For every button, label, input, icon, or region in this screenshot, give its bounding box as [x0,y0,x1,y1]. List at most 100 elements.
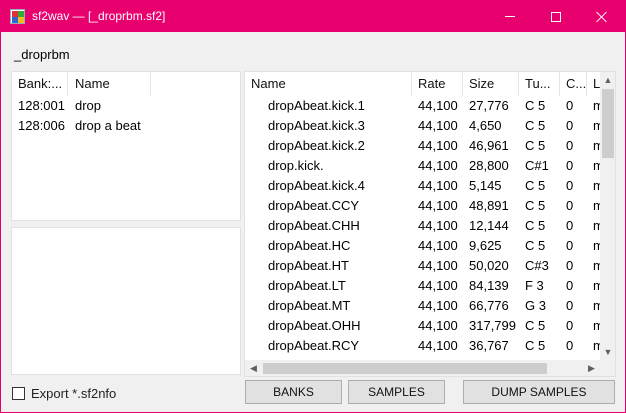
bank-row[interactable]: 128:006 drop a beat [12,116,240,136]
column-header-rate[interactable]: Rate [412,72,463,96]
maximize-button[interactable] [533,1,579,32]
sample-row[interactable]: dropAbeat.HC 44,100 9,625 C 50m [245,236,603,256]
sample-row[interactable]: dropAbeat.LT 44,100 84,139 F 30m [245,276,603,296]
sample-row[interactable]: dropAbeat.kick.2 44,100 46,961 C 50m [245,136,603,156]
minimize-button[interactable] [487,1,533,32]
sample-channel: 0 [566,338,574,353]
export-sf2nfo-checkbox[interactable] [12,386,25,400]
sample-rate: 44,100 [418,258,458,273]
vertical-scrollbar[interactable]: ▲ ▼ [600,72,615,360]
sample-tune: G 3 [525,298,546,313]
title-bar[interactable]: sf2wav — [_droprbm.sf2] [1,1,625,32]
sample-channel: 0 [566,158,574,173]
column-header-name[interactable]: Name [245,72,412,96]
column-header-name[interactable]: Name [69,72,151,96]
sample-tune: C 5 [525,218,546,233]
scroll-down-icon[interactable]: ▼ [600,344,615,360]
sample-row[interactable]: dropAbeat.RCY 44,100 36,767 C 50m [245,336,603,356]
sample-tune: C 5 [525,138,546,153]
sample-size: 9,625 [469,238,502,253]
bank-number: 128:006 [18,118,65,133]
sample-tune: C 5 [525,338,546,353]
sample-size: 50,020 [469,258,509,273]
sample-tune: C#3 [525,258,549,273]
samples-list[interactable]: Name Rate Size Tu... C... Li dropAbeat.k… [244,71,616,377]
banks-button[interactable]: BANKS [245,380,342,404]
sample-rate: 44,100 [418,118,458,133]
sample-size: 317,799 [469,318,516,333]
bank-number: 128:001 [18,98,65,113]
sample-channel: 0 [566,238,574,253]
sample-tune: C 5 [525,118,546,133]
banks-list[interactable]: Bank:... Name 128:001 drop 128:006 drop … [11,71,241,221]
sample-row[interactable]: dropAbeat.HT 44,100 50,020 C#3 0 m [245,256,603,276]
sample-channel: 0 [566,318,574,333]
horizontal-scroll-thumb[interactable] [263,363,547,374]
sample-channel: 0 [566,218,574,233]
sample-tune: C 5 [525,198,546,213]
bank-row[interactable]: 128:001 drop [12,96,240,116]
main-window: sf2wav — [_droprbm.sf2] _droprbm Bank:..… [0,0,626,413]
sample-rate: 44,100 [418,98,458,113]
sample-name: dropAbeat.HT [268,258,349,273]
sample-name: dropAbeat.CHH [268,218,360,233]
sample-rate: 44,100 [418,238,458,253]
sample-row[interactable]: dropAbeat.CHH 44,100 12,144 C 50m [245,216,603,236]
sample-size: 84,139 [469,278,509,293]
close-icon [596,11,608,23]
sample-tune: F 3 [525,278,544,293]
sample-size: 5,145 [469,178,502,193]
sample-name: dropAbeat.LT [268,278,346,293]
sample-tune: C 5 [525,98,546,113]
file-name-label: _droprbm [14,47,70,62]
scroll-right-icon[interactable]: ▶ [583,360,600,376]
samples-button[interactable]: SAMPLES [348,380,445,404]
window-title: sf2wav — [_droprbm.sf2] [32,9,166,23]
sample-row[interactable]: dropAbeat.kick.3 44,100 4,650 C 50m [245,116,603,136]
sample-name: dropAbeat.MT [268,298,351,313]
scroll-left-icon[interactable]: ◀ [245,360,262,376]
sample-row[interactable]: dropAbeat.kick.1 44,100 27,776 C 50m [245,96,603,116]
sample-row[interactable]: dropAbeat.MT 44,100 66,776 G 30m [245,296,603,316]
column-header-c[interactable]: C... [560,72,587,96]
sample-size: 4,650 [469,118,502,133]
bank-detail-panel[interactable] [11,227,241,375]
dump-samples-button[interactable]: DUMP SAMPLES [463,380,615,404]
maximize-icon [551,11,561,22]
sample-rate: 44,100 [418,318,458,333]
export-option[interactable]: Export *.sf2nfo [12,385,116,401]
bank-name: drop [75,98,102,113]
sample-rate: 44,100 [418,338,458,353]
scrollbar-corner [600,360,615,376]
column-header-bank[interactable]: Bank:... [12,72,68,96]
sample-row[interactable]: dropAbeat.CCY 44,100 48,891 C 50m [245,196,603,216]
minimize-icon [505,16,515,17]
column-header-li[interactable]: Li [587,72,601,96]
sample-name: dropAbeat.kick.2 [268,138,365,153]
sample-name: dropAbeat.RCY [268,338,360,353]
sample-channel: 0 [566,138,574,153]
sample-name: dropAbeat.CCY [268,198,360,213]
sample-channel: 0 [566,198,574,213]
sample-row[interactable]: dropAbeat.OHH 44,100 317,799 C 50m [245,316,603,336]
app-icon[interactable] [10,9,25,24]
sample-tune: C#1 [525,158,549,173]
sample-name: dropAbeat.kick.1 [268,98,365,113]
sample-name: dropAbeat.OHH [268,318,361,333]
sample-rate: 44,100 [418,178,458,193]
scroll-up-icon[interactable]: ▲ [600,72,615,88]
sample-row[interactable]: dropAbeat.kick.4 44,100 5,145 C 50m [245,176,603,196]
sample-size: 46,961 [469,138,509,153]
sample-size: 12,144 [469,218,509,233]
horizontal-scrollbar[interactable]: ◀ ▶ [245,360,600,376]
sample-rate: 44,100 [418,138,458,153]
close-button[interactable] [579,1,625,32]
column-header-tune[interactable]: Tu... [519,72,560,96]
export-sf2nfo-label[interactable]: Export *.sf2nfo [31,386,116,401]
sample-channel: 0 [566,178,574,193]
sample-rate: 44,100 [418,198,458,213]
sample-channel: 0 [566,118,574,133]
vertical-scroll-thumb[interactable] [602,89,614,158]
column-header-size[interactable]: Size [463,72,519,96]
sample-row[interactable]: drop.kick. 44,100 28,800 C#1 0 m [245,156,603,176]
